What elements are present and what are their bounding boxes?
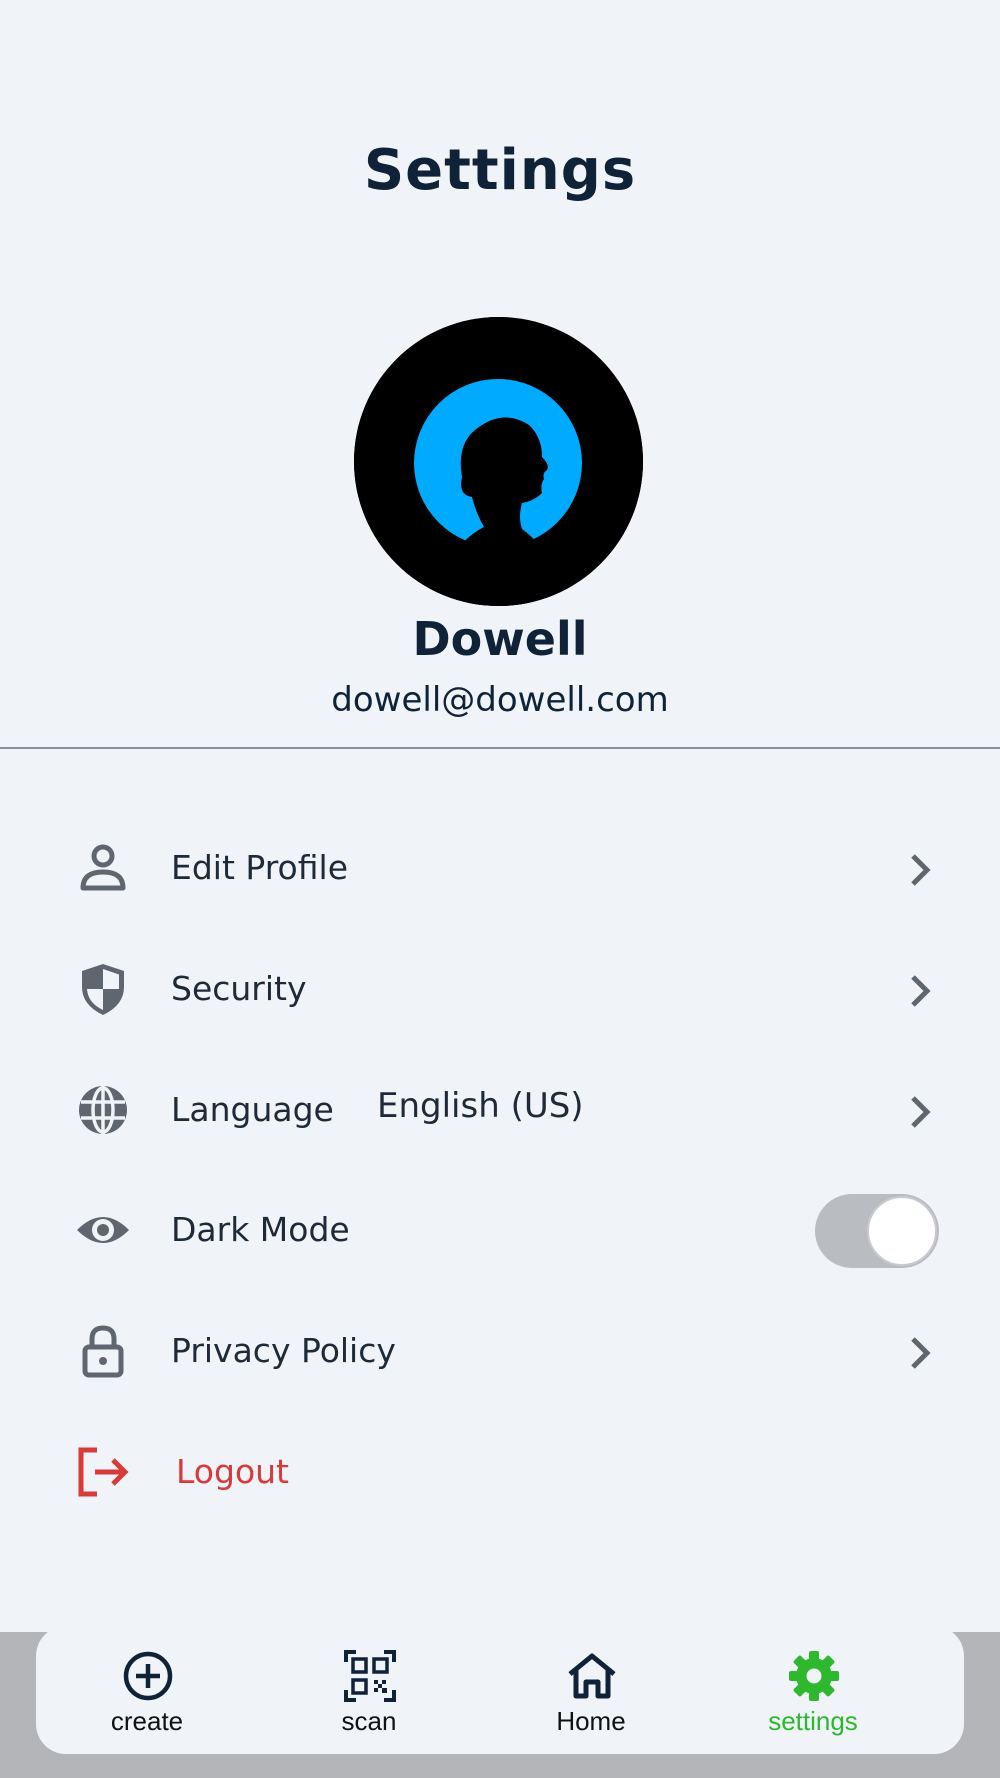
chevron-right-icon — [905, 1333, 937, 1373]
nav-label-scan: scan — [341, 1706, 397, 1736]
chevron-right-icon — [905, 1092, 937, 1132]
dark-mode-toggle[interactable] — [815, 1194, 939, 1268]
profile-name: Dowell — [412, 612, 588, 666]
menu-label-dark-mode: Dark Mode — [171, 1210, 350, 1249]
menu-item-logout[interactable]: Logout — [0, 1422, 1000, 1522]
menu-label-security: Security — [171, 969, 307, 1008]
divider — [0, 747, 1000, 749]
menu-label-logout: Logout — [176, 1452, 289, 1491]
nav-item-scan[interactable]: scan — [258, 1626, 480, 1754]
person-icon — [75, 840, 131, 896]
gear-icon — [788, 1650, 840, 1702]
menu-item-edit-profile[interactable]: Edit Profile — [0, 818, 1000, 918]
eye-icon — [75, 1202, 131, 1258]
plus-circle-icon — [122, 1650, 174, 1702]
chevron-right-icon — [905, 850, 937, 890]
menu-label-privacy-policy: Privacy Policy — [171, 1331, 396, 1370]
shield-icon — [75, 961, 131, 1017]
qr-code-icon — [344, 1650, 396, 1702]
globe-icon — [75, 1082, 131, 1138]
menu-label-language: Language — [171, 1090, 334, 1129]
nav-item-create[interactable]: create — [36, 1626, 258, 1754]
bottom-nav: create scan Home settings — [36, 1626, 964, 1754]
menu-item-dark-mode: Dark Mode — [0, 1180, 1000, 1280]
menu-label-edit-profile: Edit Profile — [171, 848, 349, 887]
lock-icon — [75, 1323, 131, 1379]
nav-label-settings: settings — [768, 1706, 858, 1736]
page-title: Settings — [363, 138, 637, 203]
nav-label-home: Home — [556, 1706, 626, 1736]
logout-icon — [75, 1444, 131, 1500]
nav-label-create: create — [110, 1706, 184, 1736]
nav-item-home[interactable]: Home — [480, 1626, 702, 1754]
profile-email: dowell@dowell.com — [331, 680, 669, 720]
nav-item-settings[interactable]: settings — [702, 1626, 924, 1754]
chevron-right-icon — [905, 971, 937, 1011]
avatar[interactable] — [354, 317, 643, 606]
language-value: English (US) — [377, 1086, 584, 1126]
toggle-knob — [867, 1196, 937, 1266]
home-icon — [566, 1650, 618, 1702]
menu-item-language[interactable]: Language English (US) — [0, 1060, 1000, 1160]
menu-item-security[interactable]: Security — [0, 939, 1000, 1039]
menu-item-privacy-policy[interactable]: Privacy Policy — [0, 1301, 1000, 1401]
